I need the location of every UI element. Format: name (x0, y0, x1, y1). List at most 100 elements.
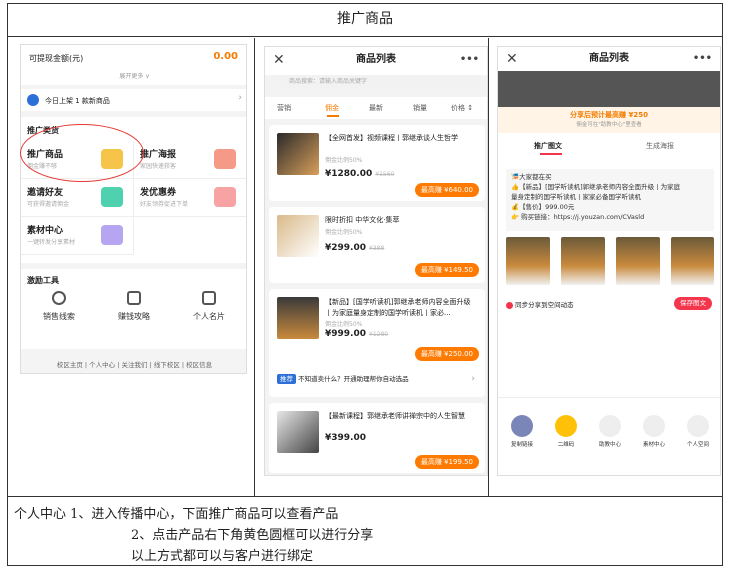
tools-section-title: 激励工具 (27, 276, 59, 285)
header: ✕ 商品列表 ••• (265, 47, 487, 75)
share-qrcode[interactable]: 二维码 (546, 415, 586, 448)
original-price: ¥1560 (375, 171, 395, 178)
footer-links: 校区主页 | 个人中心 | 关注我们 | 线下校区 | 校区信息 (56, 361, 213, 369)
share-personal-space[interactable]: 个人空间 (678, 415, 718, 448)
coupon-icon (214, 187, 236, 207)
header-title: 商品列表 (589, 53, 629, 64)
today-notice-bar[interactable]: 今日上架 1 款新商品 › (21, 89, 246, 111)
promo-text-line: 👍【新品】[国学听读机]郭继承老师内容全面升级丨为家庭 (511, 183, 681, 191)
share-label: 二维码 (557, 442, 575, 448)
poster-icon (214, 149, 236, 169)
footer-link[interactable]: 校区主页 (57, 361, 83, 369)
more-icon[interactable]: ••• (693, 47, 712, 71)
share-earn-button[interactable]: 最高赚 ¥250.00 (414, 347, 479, 361)
promo-item-sub: 家园快速获客 (140, 163, 177, 170)
share-copy-link[interactable]: 复制链接 (502, 415, 542, 448)
banner-title: 分享后预计最高赚 ¥250 (570, 111, 648, 119)
share-earn-button[interactable]: 最高赚 ¥149.50 (414, 263, 479, 277)
folder-icon (643, 415, 665, 437)
caption-line: 2、点击产品右下角黄色圆框可以进行分享 (131, 528, 374, 543)
withdraw-label: 可提现金额(元) (29, 54, 84, 63)
header: ✕ 商品列表 ••• (498, 47, 720, 71)
qrcode-icon (555, 415, 577, 437)
product-card[interactable]: 【最新课程】郭继承老师讲禅宗中的人生智慧 ¥399.00 最高赚 ¥199.50 (269, 403, 485, 473)
original-price: ¥388 (369, 245, 385, 252)
assistant-tip[interactable]: 推荐 不知道卖什么？开通助理帮你自动选品 › (277, 371, 477, 387)
withdraw-value: 0.00 (213, 51, 238, 62)
share-earn-button[interactable]: 最高赚 ¥640.00 (414, 183, 479, 197)
banner-sub: 佣金可在"助教中心"里查看 (576, 122, 642, 128)
withdraw-card: 可提现金额(元) 0.00 展开更多 ∨ (21, 45, 246, 85)
promo-item-sub: 一键转发分享素材 (27, 239, 76, 246)
tab-poster[interactable]: 生成海报 (646, 141, 674, 151)
product-thumbnail[interactable] (506, 237, 550, 285)
footer-link[interactable]: 校区信息 (186, 361, 212, 369)
caption-line: 以上方式都可以与客户进行绑定 (131, 549, 314, 564)
tab-commission[interactable]: 佣金 (325, 103, 339, 113)
figure-frame: 推广商品 可提现金额(元) 0.00 展开更多 ∨ 今日上架 1 款新商品 › … (7, 3, 723, 566)
promo-item-invite[interactable]: 邀请好友 可获得邀请佣金 (21, 179, 134, 217)
header-title: 商品列表 (356, 54, 396, 65)
sync-label: 同步分享到空间动态 (515, 301, 574, 309)
product-price: ¥399.00 (325, 433, 366, 443)
product-rate: 佣金比例50% (325, 321, 363, 328)
target-icon (52, 291, 66, 305)
promo-item-coupon[interactable]: 发优惠券 好友领券促进下单 (134, 179, 246, 217)
sort-tabs: 营销 佣金 最新 销量 价格 ↕ (265, 97, 487, 119)
save-button[interactable]: 保存图文 (674, 297, 712, 310)
caption: 个人中心 1、进入传播中心，下面推广商品可以查看产品 2、点击产品右下角黄色圆框… (8, 496, 722, 567)
more-icon[interactable]: ••• (460, 47, 479, 73)
close-icon[interactable]: ✕ (506, 47, 518, 71)
tool-earning-guide[interactable]: 赚钱攻略 (104, 291, 164, 322)
product-card[interactable]: 【新品】[国学听读机]郭继承老师内容全面升级丨为家庭量身定制的国学听读机丨家必.… (269, 289, 485, 397)
book-icon (127, 291, 141, 305)
chevron-right-icon: › (471, 374, 475, 384)
tool-label: 赚钱攻略 (118, 312, 150, 321)
promo-text-box[interactable]: 🎏大家都在买 👍【新品】[国学听读机]郭继承老师内容全面升级丨为家庭 量身定制的… (506, 169, 714, 231)
tab-latest[interactable]: 最新 (369, 103, 383, 113)
footer-link[interactable]: 线下校区 (154, 361, 180, 369)
divider (498, 397, 720, 398)
expand-more-link[interactable]: 展开更多 ∨ (21, 71, 246, 80)
share-assistant-center[interactable]: 助教中心 (590, 415, 630, 448)
promo-item-title: 推广海报 (140, 150, 177, 160)
tool-business-card[interactable]: 个人名片 (179, 291, 239, 322)
tab-promo-text[interactable]: 推广图文 (534, 141, 562, 151)
product-image (277, 215, 319, 257)
tab-price[interactable]: 价格 ↕ (451, 103, 473, 113)
today-notice-text: 今日上架 1 款新商品 (45, 97, 110, 105)
screen-share-sheet: ✕ 商品列表 ••• 分享后预计最高赚 ¥250 佣金可在"助教中心"里查看 推… (497, 46, 721, 476)
highlight-circle (20, 124, 144, 182)
close-icon[interactable]: ✕ (273, 47, 285, 73)
tab-marketing[interactable]: 营销 (277, 103, 291, 113)
tab-sales[interactable]: 销量 (413, 103, 427, 113)
share-materials[interactable]: 素材中心 (634, 415, 674, 448)
sync-option[interactable]: 同步分享到空间动态 (506, 299, 574, 309)
product-thumbnail[interactable] (561, 237, 605, 285)
product-thumbnail[interactable] (616, 237, 660, 285)
promo-item-poster[interactable]: 推广海报 家园快速获客 (134, 141, 246, 179)
product-card[interactable]: 限时折扣 中华文化·集萃 佣金比例50% ¥299.00 ¥388 最高赚 ¥14… (269, 207, 485, 283)
product-name: 【全网首发】视频课程丨郭继承谈人生哲学 (325, 134, 458, 142)
promo-item-materials[interactable]: 素材中心 一键转发分享素材 (21, 217, 134, 255)
share-earn-button[interactable]: 最高赚 ¥199.50 (414, 455, 479, 469)
product-name: 【最新课程】郭继承老师讲禅宗中的人生智慧 (325, 412, 465, 420)
promo-text-line: 💰【售价】999.00元 (511, 203, 575, 211)
materials-icon (101, 225, 123, 245)
promo-text-line: 🎏大家都在买 (511, 173, 552, 181)
tool-sales-leads[interactable]: 销售线索 (29, 291, 89, 322)
promo-item-title: 素材中心 (27, 226, 64, 236)
tools-section: 激励工具 销售线索 赚钱攻略 个人名片 (21, 269, 246, 349)
product-price: ¥1280.00 ¥1560 (325, 169, 395, 179)
card-icon (202, 291, 216, 305)
check-icon (506, 301, 513, 309)
search-input[interactable]: 商品搜索：请输入商品关键字 (273, 75, 481, 89)
promo-text-line: 👉 购买链接：https://j.youzan.com/CVasld (511, 213, 645, 221)
product-card[interactable]: 【全网首发】视频课程丨郭继承谈人生哲学 佣金比例50% ¥1280.00 ¥156… (269, 125, 485, 201)
product-rate: 佣金比例50% (325, 157, 363, 164)
product-thumbnail[interactable] (671, 237, 714, 285)
broadcast-icon (687, 415, 709, 437)
footer-link[interactable]: 关注我们 (122, 361, 148, 369)
footer-link[interactable]: 个人中心 (89, 361, 115, 369)
tool-label: 销售线索 (43, 312, 75, 321)
